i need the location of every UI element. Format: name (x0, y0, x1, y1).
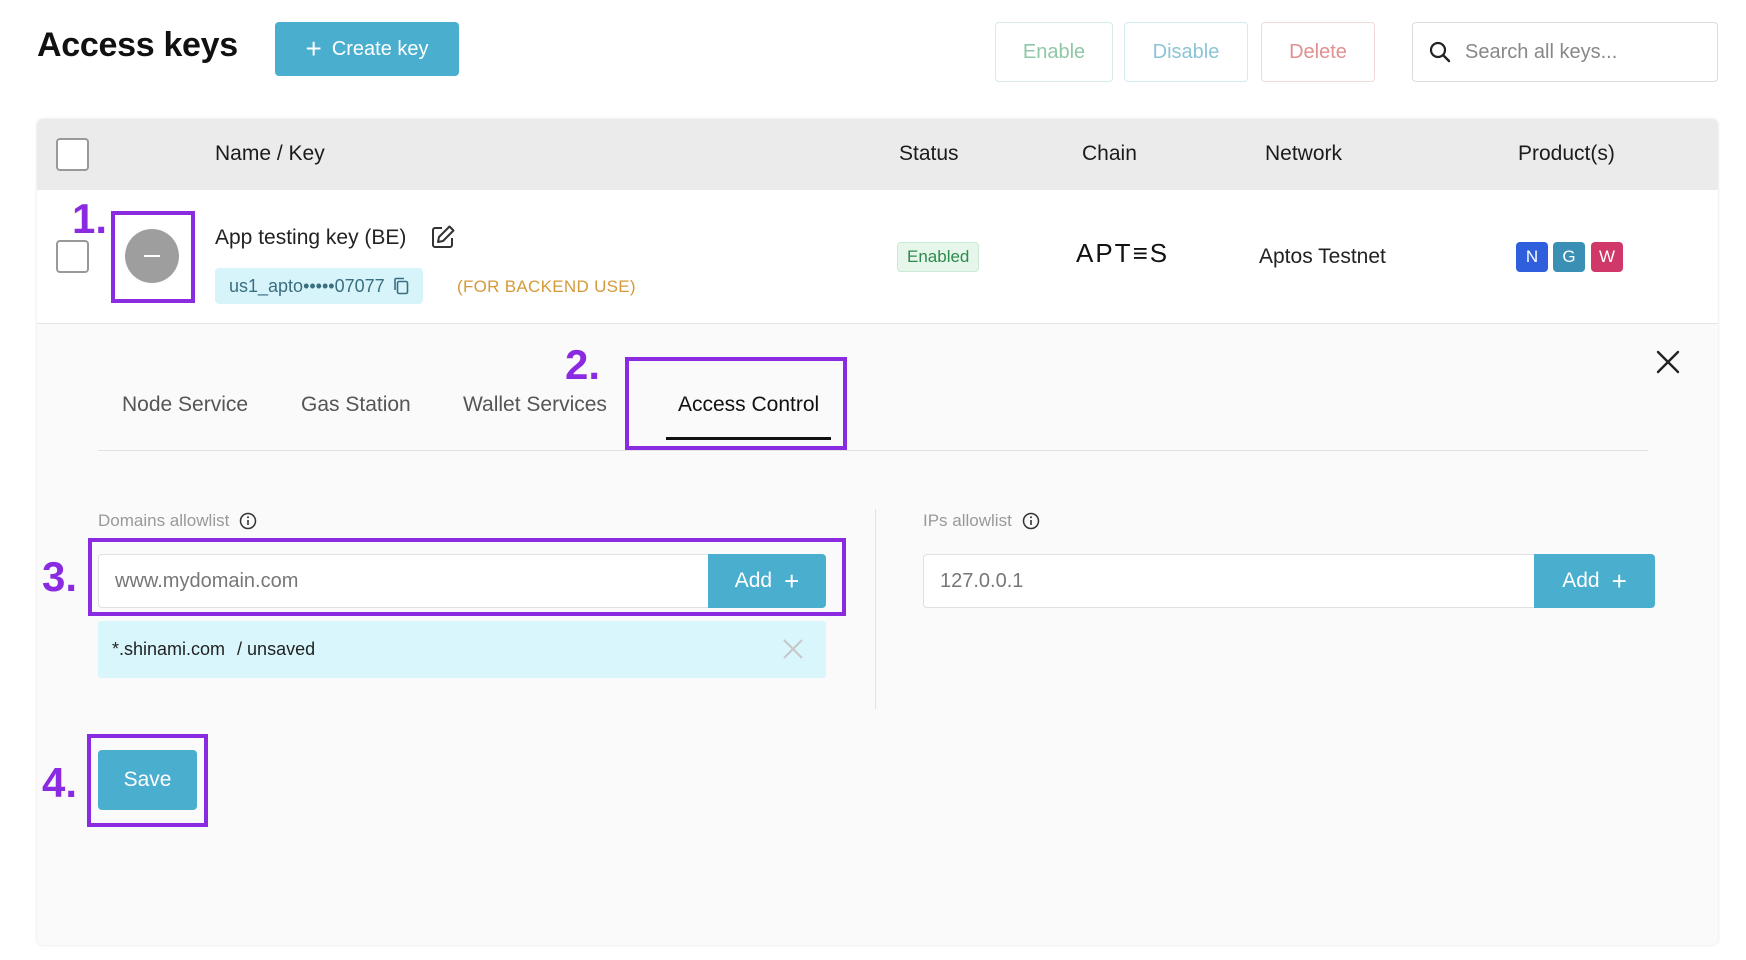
api-key-value: us1_apto•••••07077 (229, 275, 385, 296)
search-icon (1429, 41, 1451, 63)
select-all-checkbox[interactable] (56, 138, 89, 171)
add-ip-label: Add (1562, 569, 1600, 592)
ip-input[interactable] (923, 554, 1534, 608)
section-divider (875, 509, 876, 709)
network-name: Aptos Testnet (1259, 245, 1386, 268)
domains-allowlist-label-text: Domains allowlist (98, 511, 230, 530)
column-header-status: Status (899, 142, 959, 165)
remove-domain-icon[interactable] (782, 638, 804, 660)
domains-allowlist-label: Domains allowlist (98, 511, 257, 531)
tab-wallet-services[interactable]: Wallet Services (463, 393, 607, 437)
table-row: App testing key (BE) us1_apto•••••07077 … (37, 190, 1718, 324)
annotation-number-3: 3. (42, 553, 78, 600)
product-badge-gas: G (1553, 242, 1585, 272)
disable-button[interactable]: Disable (1124, 22, 1248, 82)
edit-icon[interactable] (430, 224, 456, 250)
aptos-logo: APT≡S (1076, 238, 1170, 268)
annotation-number-4: 4. (42, 759, 78, 806)
annotation-box-4 (87, 734, 208, 827)
table-header: Name / Key Status Chain Network Product(… (37, 119, 1718, 190)
status-badge: Enabled (897, 242, 980, 272)
column-header-products: Product(s) (1518, 142, 1615, 165)
create-key-button[interactable]: + Create key (275, 22, 459, 76)
enable-button[interactable]: Enable (995, 22, 1113, 82)
page-title: Access keys (37, 26, 238, 64)
column-header-name: Name / Key (215, 142, 325, 165)
key-name: App testing key (BE) (215, 226, 407, 249)
annotation-number-2: 2. (565, 341, 601, 388)
close-icon[interactable] (1655, 349, 1681, 375)
domain-entry-value: *.shinami.com (112, 639, 226, 659)
api-key-chip[interactable]: us1_apto•••••07077 (215, 268, 423, 304)
create-key-label: Create key (331, 37, 429, 60)
column-header-network: Network (1265, 142, 1343, 165)
annotation-box-2 (625, 357, 847, 450)
add-ip-button[interactable]: Add + (1534, 554, 1655, 608)
tab-gas-station[interactable]: Gas Station (301, 393, 411, 437)
tab-node-service[interactable]: Node Service (122, 393, 248, 437)
annotation-number-1: 1. (72, 195, 108, 242)
row-checkbox[interactable] (56, 240, 89, 273)
info-icon[interactable] (1022, 512, 1040, 530)
domain-entry-state: / unsaved (237, 639, 316, 659)
key-usage-note: (FOR BACKEND USE) (457, 277, 636, 296)
info-icon[interactable] (239, 512, 257, 530)
annotation-box-1 (111, 211, 195, 303)
detail-tabs: Node Service Gas Station Wallet Services… (98, 381, 1648, 451)
domain-entry: *.shinami.com / unsaved (98, 621, 826, 678)
keys-table: Name / Key Status Chain Network Product(… (37, 119, 1718, 945)
product-badge-wallet: W (1591, 242, 1623, 272)
ips-allowlist-label-text: IPs allowlist (923, 511, 1012, 530)
search-input[interactable] (1463, 39, 1703, 65)
plus-icon: + (305, 33, 322, 64)
plus-icon: + (1611, 566, 1627, 596)
search-box (1412, 22, 1718, 82)
delete-button[interactable]: Delete (1261, 22, 1375, 82)
copy-icon[interactable] (393, 277, 409, 295)
column-header-chain: Chain (1082, 142, 1137, 165)
product-badge-node: N (1516, 242, 1548, 272)
ips-allowlist-label: IPs allowlist (923, 511, 1040, 531)
annotation-box-3 (88, 538, 846, 616)
